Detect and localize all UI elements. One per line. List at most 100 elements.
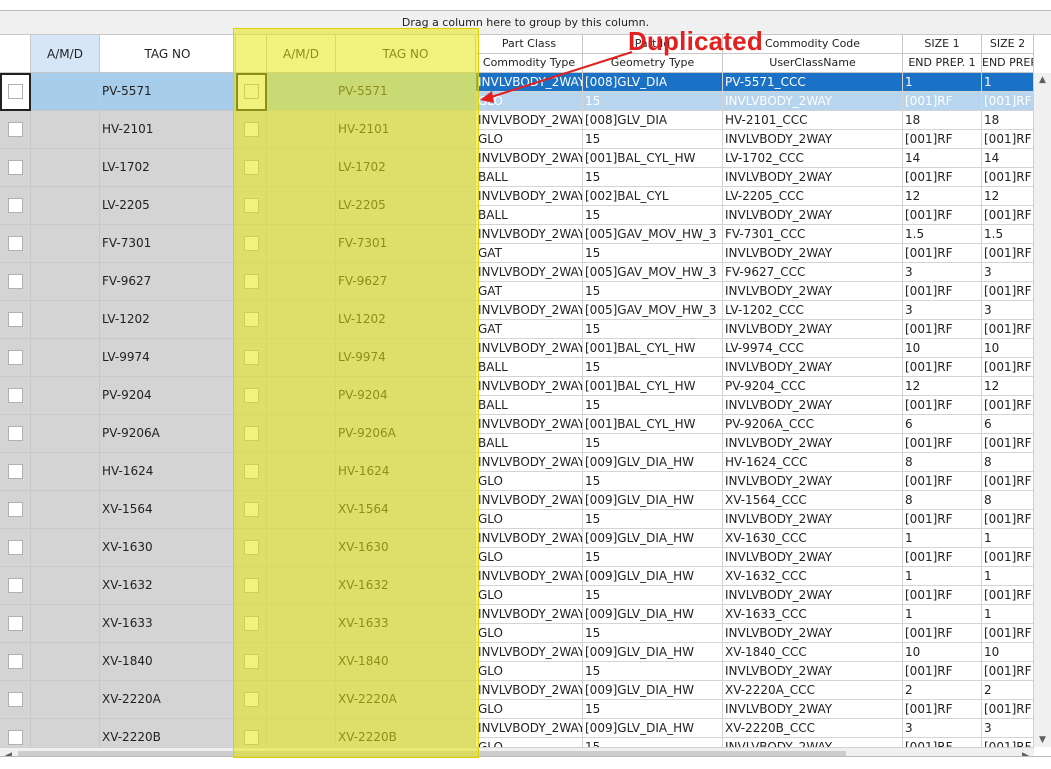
- cell-size1[interactable]: 10: [903, 339, 982, 358]
- row-checkbox[interactable]: [8, 654, 23, 669]
- cell-end_prep2[interactable]: [001]RF: [982, 206, 1034, 225]
- tag-no-cell-duplicate[interactable]: HV-1624: [336, 453, 476, 491]
- cell-part_id[interactable]: [009]GLV_DIA_HW: [583, 491, 723, 510]
- header-amd-1[interactable]: A/M/D: [31, 35, 100, 73]
- tag-no-cell-duplicate[interactable]: PV-9206A: [336, 415, 476, 453]
- cell-geometry_type[interactable]: 15: [583, 662, 723, 681]
- cell-part_class[interactable]: INVLVBODY_2WAY: [476, 339, 583, 358]
- cell-commodity_type[interactable]: GLO: [476, 586, 583, 605]
- cell-end_prep1[interactable]: [001]RF: [903, 168, 982, 187]
- cell-size1[interactable]: 12: [903, 187, 982, 206]
- tag-no-cell-duplicate[interactable]: FV-9627: [336, 263, 476, 301]
- cell-size2[interactable]: 3: [982, 301, 1034, 320]
- cell-commodity_type[interactable]: BALL: [476, 396, 583, 415]
- cell-part_class[interactable]: INVLVBODY_2WAY: [476, 605, 583, 624]
- cell-end_prep1[interactable]: [001]RF: [903, 282, 982, 301]
- cell-size1[interactable]: 2: [903, 681, 982, 700]
- row-select-cell[interactable]: [0, 187, 31, 225]
- cell-commodity_code[interactable]: PV-5571_CCC: [723, 73, 903, 92]
- cell-user_class[interactable]: INVLVBODY_2WAY: [723, 586, 903, 605]
- cell-size2[interactable]: 1: [982, 605, 1034, 624]
- row-checkbox-duplicate[interactable]: [244, 122, 259, 137]
- cell-geometry_type[interactable]: 15: [583, 396, 723, 415]
- header-top-size2[interactable]: SIZE 2: [982, 35, 1034, 54]
- row-checkbox[interactable]: [8, 464, 23, 479]
- cell-end_prep2[interactable]: [001]RF: [982, 510, 1034, 529]
- group-by-panel[interactable]: Drag a column here to group by this colu…: [0, 11, 1051, 35]
- cell-end_prep2[interactable]: [001]RF: [982, 320, 1034, 339]
- cell-user_class[interactable]: INVLVBODY_2WAY: [723, 244, 903, 263]
- cell-user_class[interactable]: INVLVBODY_2WAY: [723, 624, 903, 643]
- cell-geometry_type[interactable]: 15: [583, 434, 723, 453]
- cell-size1[interactable]: 1: [903, 529, 982, 548]
- cell-part_class[interactable]: INVLVBODY_2WAY: [476, 263, 583, 282]
- cell-part_class[interactable]: INVLVBODY_2WAY: [476, 225, 583, 244]
- cell-commodity_type[interactable]: GLO: [476, 548, 583, 567]
- cell-end_prep2[interactable]: [001]RF: [982, 700, 1034, 719]
- cell-part_id[interactable]: [009]GLV_DIA_HW: [583, 719, 723, 738]
- row-checkbox[interactable]: [8, 122, 23, 137]
- tag-no-cell[interactable]: XV-1633: [100, 605, 236, 643]
- cell-commodity_code[interactable]: FV-7301_CCC: [723, 225, 903, 244]
- row-select-cell[interactable]: [0, 605, 31, 643]
- cell-end_prep2[interactable]: [001]RF: [982, 624, 1034, 643]
- cell-part_class[interactable]: INVLVBODY_2WAY: [476, 453, 583, 472]
- cell-commodity_type[interactable]: GLO: [476, 130, 583, 149]
- cell-end_prep2[interactable]: [001]RF: [982, 434, 1034, 453]
- header-top-part_class[interactable]: Part Class: [476, 35, 583, 54]
- vertical-scrollbar[interactable]: ▲ ▼: [1033, 73, 1051, 747]
- cell-part_id[interactable]: [001]BAL_CYL_HW: [583, 415, 723, 434]
- cell-commodity_code[interactable]: XV-1564_CCC: [723, 491, 903, 510]
- cell-part_class[interactable]: INVLVBODY_2WAY: [476, 187, 583, 206]
- row-select-cell[interactable]: [0, 567, 31, 605]
- cell-size1[interactable]: 1.5: [903, 225, 982, 244]
- row-checkbox-duplicate[interactable]: [244, 312, 259, 327]
- cell-commodity_type[interactable]: GAT: [476, 244, 583, 263]
- row-checkbox[interactable]: [8, 540, 23, 555]
- cell-commodity_code[interactable]: XV-1840_CCC: [723, 643, 903, 662]
- tag-no-cell-duplicate[interactable]: XV-1840: [336, 643, 476, 681]
- row-checkbox[interactable]: [8, 160, 23, 175]
- row-select-cell-duplicate[interactable]: [236, 111, 267, 149]
- row-checkbox-duplicate[interactable]: [244, 426, 259, 441]
- cell-geometry_type[interactable]: 15: [583, 130, 723, 149]
- tag-no-cell[interactable]: PV-9206A: [100, 415, 236, 453]
- row-checkbox-duplicate[interactable]: [244, 198, 259, 213]
- cell-size2[interactable]: 8: [982, 453, 1034, 472]
- row-select-cell-duplicate[interactable]: [236, 149, 267, 187]
- row-select-cell-duplicate[interactable]: [236, 453, 267, 491]
- cell-size1[interactable]: 12: [903, 377, 982, 396]
- cell-geometry_type[interactable]: 15: [583, 92, 723, 111]
- row-select-cell-duplicate[interactable]: [236, 263, 267, 301]
- cell-geometry_type[interactable]: 15: [583, 168, 723, 187]
- cell-geometry_type[interactable]: 15: [583, 472, 723, 491]
- row-select-cell-duplicate[interactable]: [236, 301, 267, 339]
- cell-end_prep1[interactable]: [001]RF: [903, 434, 982, 453]
- cell-size2[interactable]: 14: [982, 149, 1034, 168]
- cell-commodity_type[interactable]: GLO: [476, 472, 583, 491]
- cell-end_prep2[interactable]: [001]RF: [982, 282, 1034, 301]
- row-select-cell-duplicate[interactable]: [236, 225, 267, 263]
- row-select-cell[interactable]: [0, 415, 31, 453]
- cell-size1[interactable]: 10: [903, 643, 982, 662]
- header-amd-2[interactable]: A/M/D: [267, 35, 336, 73]
- cell-user_class[interactable]: INVLVBODY_2WAY: [723, 92, 903, 111]
- cell-size2[interactable]: 2: [982, 681, 1034, 700]
- cell-part_class[interactable]: INVLVBODY_2WAY: [476, 643, 583, 662]
- cell-geometry_type[interactable]: 15: [583, 700, 723, 719]
- cell-part_id[interactable]: [009]GLV_DIA_HW: [583, 605, 723, 624]
- row-select-cell-duplicate[interactable]: [236, 681, 267, 719]
- tag-no-cell[interactable]: LV-1202: [100, 301, 236, 339]
- cell-commodity_code[interactable]: PV-9204_CCC: [723, 377, 903, 396]
- cell-commodity_type[interactable]: GAT: [476, 282, 583, 301]
- cell-geometry_type[interactable]: 15: [583, 624, 723, 643]
- tag-no-cell-duplicate[interactable]: XV-1632: [336, 567, 476, 605]
- row-checkbox-duplicate[interactable]: [244, 654, 259, 669]
- cell-user_class[interactable]: INVLVBODY_2WAY: [723, 206, 903, 225]
- row-checkbox-duplicate[interactable]: [244, 274, 259, 289]
- header-checkbox-column-1[interactable]: [0, 35, 31, 73]
- scroll-left-icon[interactable]: ◀: [0, 751, 17, 756]
- tag-no-cell[interactable]: HV-1624: [100, 453, 236, 491]
- row-checkbox-duplicate[interactable]: [244, 502, 259, 517]
- row-select-cell-duplicate[interactable]: [236, 567, 267, 605]
